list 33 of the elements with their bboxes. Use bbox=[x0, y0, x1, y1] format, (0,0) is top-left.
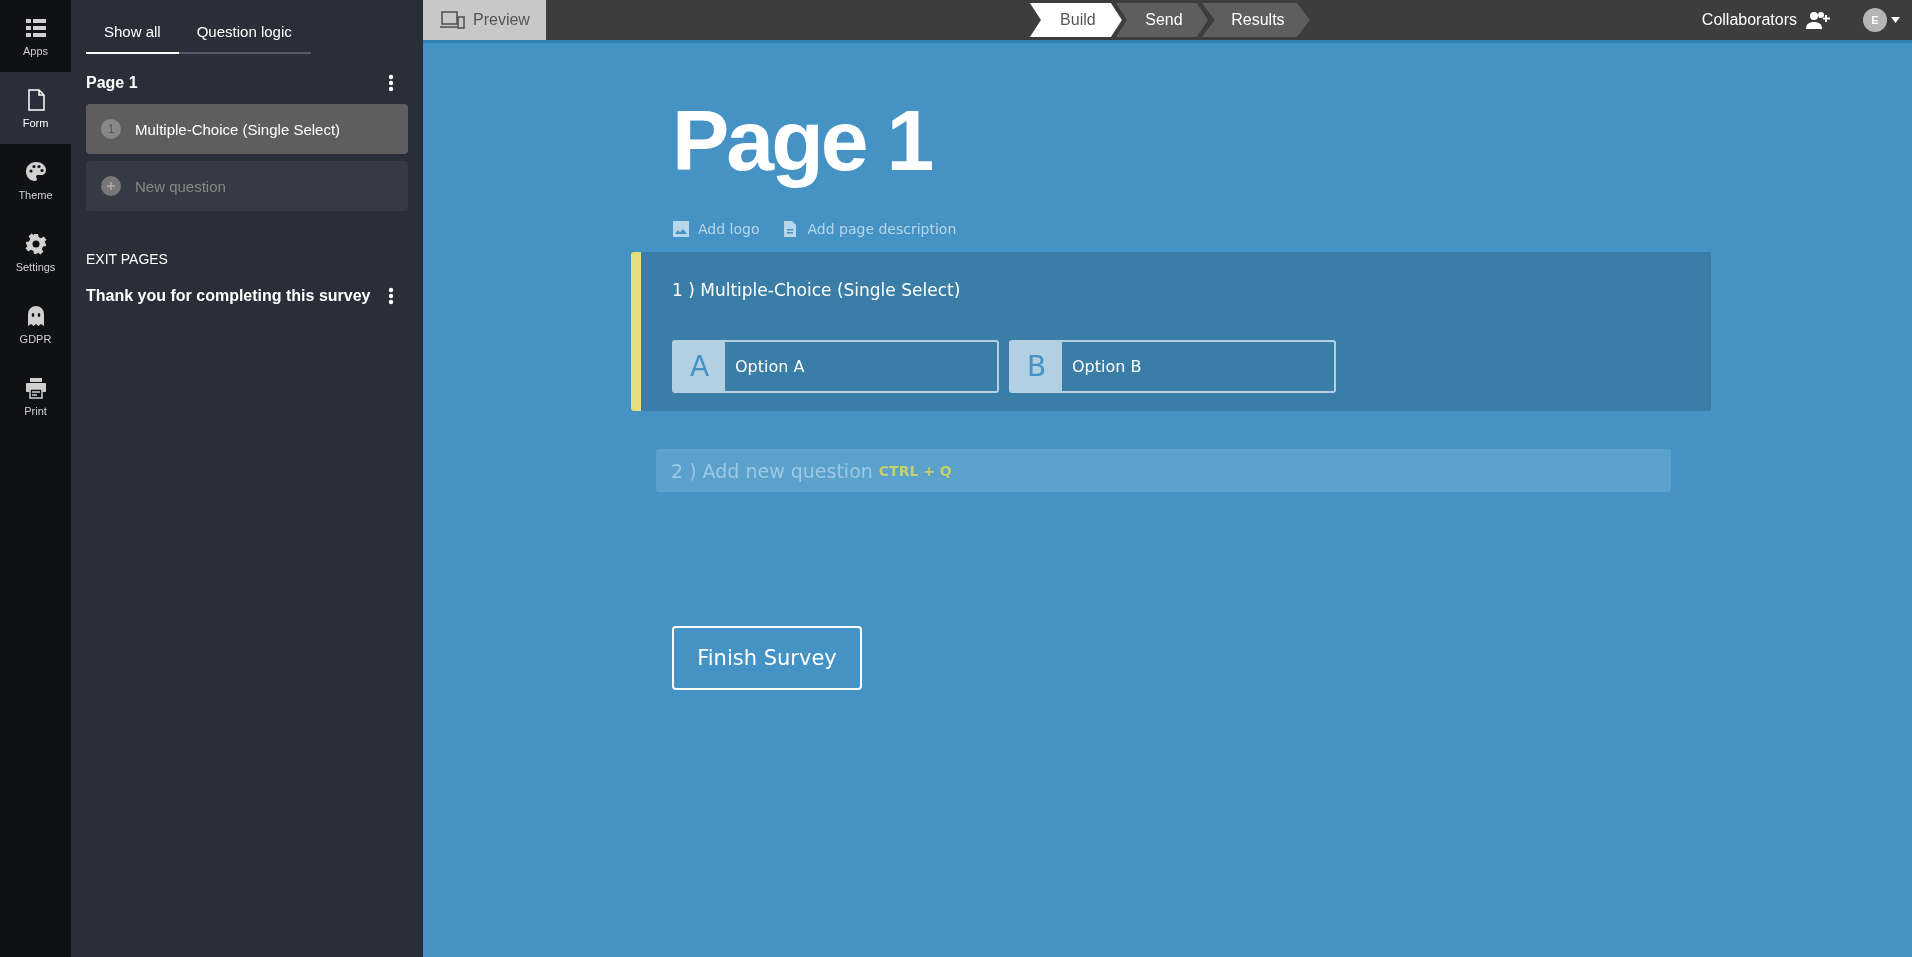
nav-rail-item[interactable]: Theme bbox=[0, 144, 71, 216]
answer-option[interactable]: B Option B bbox=[1009, 340, 1336, 393]
step-tab[interactable]: Results bbox=[1201, 3, 1310, 37]
finish-survey-button[interactable]: Finish Survey bbox=[672, 626, 862, 690]
question-card[interactable]: 1 ) Multiple-Choice (Single Select) A Option A B Option B bbox=[631, 252, 1711, 411]
image-icon bbox=[672, 220, 690, 238]
question-list-item[interactable]: New question bbox=[86, 161, 408, 211]
more-options-icon[interactable] bbox=[388, 287, 394, 305]
sidebar-tab[interactable]: Show all bbox=[86, 10, 179, 54]
sidebar-tab[interactable]: Question logic bbox=[178, 10, 310, 54]
caret-icon bbox=[1891, 17, 1900, 23]
devices-icon bbox=[439, 10, 465, 30]
nav-rail-item[interactable]: GDPR bbox=[0, 288, 71, 360]
settings-icon bbox=[23, 231, 48, 256]
nav-rail-item[interactable]: Print bbox=[0, 360, 71, 432]
more-options-icon[interactable] bbox=[388, 74, 394, 92]
page-heading: Page 1 bbox=[86, 74, 138, 92]
printer-icon bbox=[23, 375, 48, 400]
nav-rail-item[interactable]: Form bbox=[0, 72, 71, 144]
answer-option[interactable]: A Option A bbox=[672, 340, 999, 393]
exit-page-item[interactable]: Thank you for completing this survey bbox=[86, 287, 371, 305]
palette-icon bbox=[23, 159, 48, 184]
page-title: Page 1 bbox=[672, 91, 933, 190]
nav-rail-item[interactable]: Settings bbox=[0, 216, 71, 288]
step-tab[interactable]: Send bbox=[1115, 3, 1208, 37]
preview-button[interactable]: Preview bbox=[423, 0, 546, 40]
collaborators-button[interactable]: Collaborators bbox=[1695, 9, 1837, 31]
question-title: 1 ) Multiple-Choice (Single Select) bbox=[672, 280, 962, 300]
section-heading: EXIT PAGES bbox=[86, 251, 169, 267]
step-tab[interactable]: Build bbox=[1029, 3, 1122, 37]
add-people-icon bbox=[1805, 10, 1831, 30]
plus-icon bbox=[101, 176, 121, 196]
nav-rail-item[interactable]: Apps bbox=[0, 0, 71, 72]
